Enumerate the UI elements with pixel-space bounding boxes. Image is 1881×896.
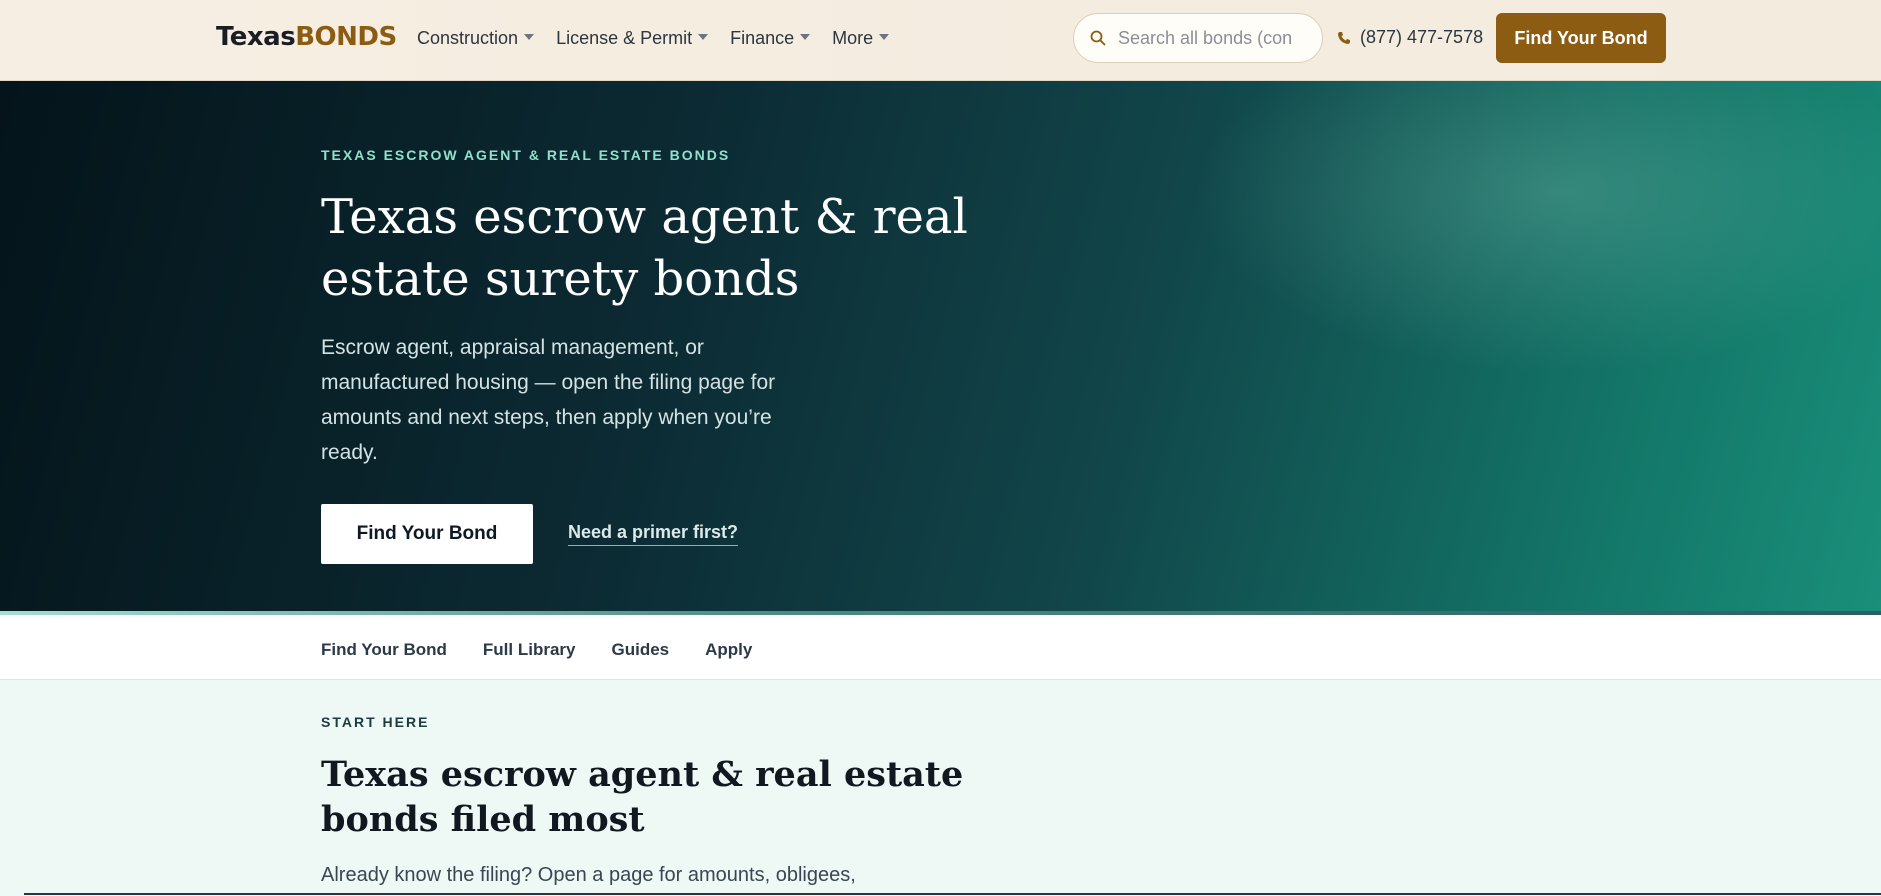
logo-text-bonds: BONDS xyxy=(295,22,397,52)
primer-link[interactable]: Need a primer first? xyxy=(568,522,739,546)
nav-item-label: License & Permit xyxy=(556,28,693,48)
section-nav-guides[interactable]: Guides xyxy=(611,640,669,660)
nav-item-label: Construction xyxy=(417,28,519,48)
hero-subtitle: Escrow agent, appraisal management, or m… xyxy=(321,336,776,464)
nav-item-label: Finance xyxy=(730,28,795,48)
start-here-title: Texas escrow agent & real estate bonds f… xyxy=(321,754,964,840)
start-here-subtitle: Already know the filing? Open a page for… xyxy=(321,864,856,886)
logo-text-texas: Texas xyxy=(216,22,296,52)
site-logo[interactable]: TexasBONDS xyxy=(216,22,397,52)
search-icon xyxy=(1090,30,1106,46)
phone-icon xyxy=(1338,31,1350,44)
section-nav-full-library[interactable]: Full Library xyxy=(483,640,576,660)
hero-title: Texas escrow agent & real estate surety … xyxy=(321,189,968,307)
section-nav-apply[interactable]: Apply xyxy=(705,640,752,660)
viewport-bottom-border xyxy=(24,893,1881,895)
hero-eyebrow: TEXAS ESCROW AGENT & REAL ESTATE BONDS xyxy=(321,147,731,163)
header-find-bond-button[interactable]: Find Your Bond xyxy=(1496,13,1666,63)
search-input[interactable] xyxy=(1118,27,1308,49)
phone-link[interactable]: (877) 477-7578 xyxy=(1337,27,1483,48)
hero-find-bond-button[interactable]: Find Your Bond xyxy=(321,504,533,564)
chevron-down-icon xyxy=(800,34,811,40)
hero-section xyxy=(0,81,1881,612)
section-nav-items: Find Your Bond Full Library Guides Apply xyxy=(321,640,788,660)
chevron-down-icon xyxy=(698,34,709,40)
main-nav: Construction License & Permit Finance Mo… xyxy=(417,28,911,49)
nav-item-finance[interactable]: Finance xyxy=(730,28,811,49)
chevron-down-icon xyxy=(524,34,535,40)
chevron-down-icon xyxy=(879,34,890,40)
nav-item-construction[interactable]: Construction xyxy=(417,28,535,49)
nav-item-more[interactable]: More xyxy=(832,28,890,49)
nav-item-license-permit[interactable]: License & Permit xyxy=(556,28,709,49)
nav-item-label: More xyxy=(832,28,874,48)
phone-number: (877) 477-7578 xyxy=(1360,27,1484,47)
site-header: TexasBONDS Construction License & Permit… xyxy=(0,0,1881,81)
start-here-eyebrow: START HERE xyxy=(321,714,430,730)
search-box xyxy=(1073,13,1323,63)
section-nav-find-your-bond[interactable]: Find Your Bond xyxy=(321,640,447,660)
section-nav: Find Your Bond Full Library Guides Apply xyxy=(0,615,1881,680)
